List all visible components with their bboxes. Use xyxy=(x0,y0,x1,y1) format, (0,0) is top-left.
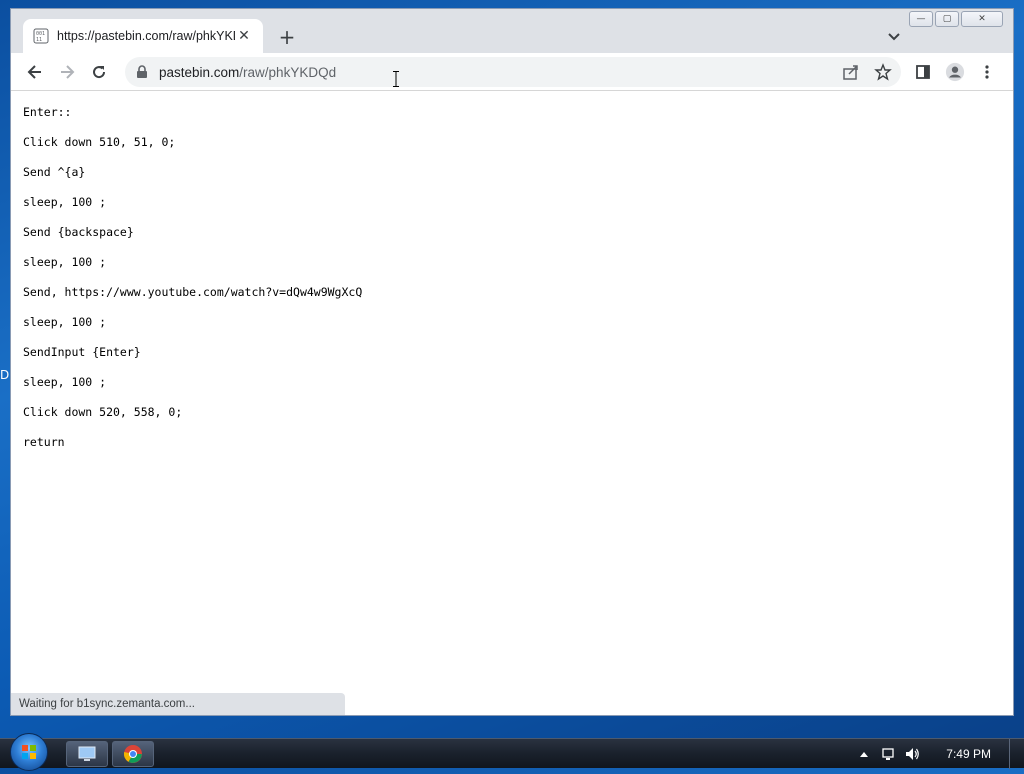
reload-icon[interactable] xyxy=(89,62,109,82)
volume-icon[interactable] xyxy=(904,746,920,762)
code-line: Send {backspace} xyxy=(23,225,134,239)
side-panel-icon[interactable] xyxy=(913,62,933,82)
menu-icon[interactable] xyxy=(977,62,997,82)
maximize-button[interactable]: ▢ xyxy=(935,11,959,27)
show-hidden-icons-icon[interactable] xyxy=(856,746,872,762)
status-bubble: Waiting for b1sync.zemanta.com... xyxy=(11,693,345,715)
code-line: Send ^{a} xyxy=(23,165,86,179)
file-icon: 001 11 xyxy=(33,28,49,44)
start-button[interactable] xyxy=(10,733,48,771)
code-line: sleep, 100 ; xyxy=(23,255,107,269)
browser-toolbar: pastebin.com/raw/phkYKDQd xyxy=(11,53,1013,91)
code-line: sleep, 100 ; xyxy=(23,375,107,389)
browser-window: 001 11 https://pastebin.com/raw/phkYKDQd… xyxy=(10,8,1014,716)
star-icon[interactable] xyxy=(873,62,893,82)
code-line: SendInput {Enter} xyxy=(23,345,141,359)
new-tab-button[interactable]: + xyxy=(275,25,299,49)
system-tray: 7:49 PM xyxy=(856,739,1024,769)
forward-icon[interactable] xyxy=(57,62,77,82)
clock[interactable]: 7:49 PM xyxy=(946,747,991,761)
svg-text:11: 11 xyxy=(36,37,42,43)
code-line: Click down 520, 558, 0; xyxy=(23,405,183,419)
taskbar-chrome[interactable] xyxy=(112,741,154,767)
tab-title: https://pastebin.com/raw/phkYKDQd xyxy=(57,29,235,43)
taskbar: 7:49 PM xyxy=(0,733,1024,771)
code-line: Enter:: xyxy=(23,105,72,119)
network-icon[interactable] xyxy=(880,746,896,762)
page-content: Enter:: Click down 510, 51, 0;Send ^{a}sl… xyxy=(11,91,1013,715)
desktop-edge-text: D xyxy=(0,368,10,382)
code-line: sleep, 100 ; xyxy=(23,315,107,329)
profile-icon[interactable] xyxy=(945,62,965,82)
chevron-down-icon[interactable] xyxy=(885,29,903,45)
text-cursor-icon xyxy=(393,71,399,87)
address-bar[interactable]: pastebin.com/raw/phkYKDQd xyxy=(125,57,901,87)
share-icon[interactable] xyxy=(841,62,861,82)
close-tab-icon[interactable]: ✕ xyxy=(235,27,253,45)
close-window-button[interactable]: ✕ xyxy=(961,11,1003,27)
window-controls: — ▢ ✕ xyxy=(907,11,1003,27)
tab-pastebin[interactable]: 001 11 https://pastebin.com/raw/phkYKDQd… xyxy=(23,19,263,53)
url-text[interactable]: pastebin.com/raw/phkYKDQd xyxy=(159,65,336,80)
windows-logo-icon xyxy=(22,745,36,759)
code-line: return xyxy=(23,435,65,449)
code-line: Click down 510, 51, 0; xyxy=(23,135,176,149)
code-line: Send, https://www.youtube.com/watch?v=dQ… xyxy=(23,285,363,299)
raw-text: Enter:: Click down 510, 51, 0;Send ^{a}sl… xyxy=(11,91,1013,475)
tab-strip: 001 11 https://pastebin.com/raw/phkYKDQd… xyxy=(11,9,1013,53)
url-path: /raw/phkYKDQd xyxy=(239,64,337,80)
minimize-button[interactable]: — xyxy=(909,11,933,27)
url-host: pastebin.com xyxy=(159,64,240,80)
show-desktop-button[interactable] xyxy=(1009,739,1024,769)
monitor-icon xyxy=(78,746,96,761)
chrome-icon xyxy=(123,745,142,763)
code-line: sleep, 100 ; xyxy=(23,195,107,209)
taskbar-control-panel[interactable] xyxy=(66,741,108,767)
back-icon[interactable] xyxy=(25,62,45,82)
lock-icon[interactable] xyxy=(135,65,149,79)
